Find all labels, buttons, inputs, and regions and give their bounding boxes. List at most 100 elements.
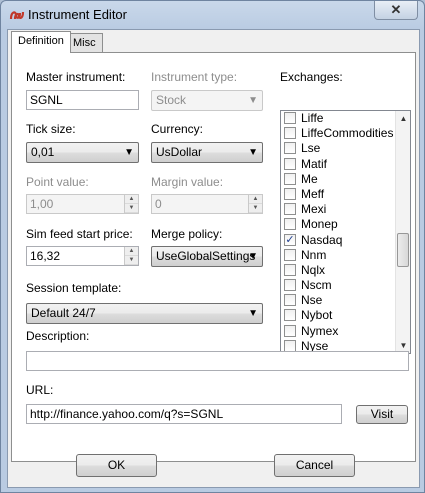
exchange-checkbox[interactable] (284, 187, 296, 200)
exchange-name: Liffe (301, 111, 324, 125)
spinner-buttons: ▲ ▼ (248, 195, 262, 213)
exchange-checkbox[interactable] (284, 294, 296, 307)
exchange-item[interactable]: Nnm (281, 248, 410, 263)
exchange-checkbox[interactable] (284, 172, 296, 185)
app-logo-icon (9, 11, 25, 20)
scroll-thumb[interactable] (397, 233, 409, 267)
margin-value-label: Margin value: (151, 175, 224, 189)
currency-value: UsDollar (156, 145, 203, 159)
instrument-type-value: Stock (156, 93, 187, 107)
exchange-name: Lse (301, 141, 321, 156)
url-input[interactable]: http://finance.yahoo.com/q?s=SGNL (26, 404, 342, 424)
spin-up-icon: ▲ (249, 195, 262, 204)
currency-label: Currency: (151, 122, 204, 136)
session-template-label: Session template: (26, 281, 122, 295)
margin-value-spinner: 0 ▲ ▼ (151, 194, 263, 214)
spin-down-icon[interactable]: ▼ (125, 256, 138, 265)
exchange-checkbox[interactable] (284, 203, 296, 216)
exchange-item[interactable]: Meff (281, 187, 410, 202)
exchange-item[interactable]: LiffeCommodities (281, 126, 410, 141)
master-instrument-input[interactable]: SGNL (26, 90, 139, 110)
exchanges-scrollbar[interactable]: ▲ ▼ (395, 111, 410, 353)
exchange-item[interactable]: Liffe (281, 111, 410, 126)
tab-definition[interactable]: Definition (11, 31, 71, 53)
chevron-down-icon: ▼ (248, 308, 258, 319)
scroll-up-icon[interactable]: ▲ (396, 111, 410, 126)
point-value-value: 1,00 (30, 197, 54, 211)
exchange-name: Nybot (301, 308, 333, 323)
sim-feed-start-price-value: 16,32 (30, 249, 61, 263)
exchange-item[interactable]: Me (281, 172, 410, 187)
exchange-name: Nnm (301, 247, 327, 262)
window-title: Instrument Editor (28, 7, 127, 22)
currency-select[interactable]: UsDollar ▼ (151, 142, 263, 163)
exchange-checkbox[interactable]: ✓ (284, 233, 296, 246)
definition-panel: Master instrument: SGNL Instrument type:… (11, 52, 416, 462)
exchange-checkbox[interactable] (284, 112, 296, 124)
exchange-item[interactable]: Nscm (281, 278, 410, 293)
ok-button[interactable]: OK (76, 454, 157, 477)
exchange-checkbox[interactable] (284, 127, 296, 140)
title-bar[interactable]: Instrument Editor ✕ (1, 1, 424, 29)
instrument-type-label: Instrument type: (151, 70, 238, 84)
chevron-down-icon: ▼ (248, 147, 258, 158)
exchange-item[interactable]: Mexi (281, 202, 410, 217)
description-label: Description: (26, 329, 90, 343)
margin-value-value: 0 (155, 197, 162, 211)
exchange-item[interactable]: Lse (281, 141, 410, 156)
chevron-down-icon: ▼ (248, 95, 258, 106)
exchange-item[interactable]: Nse (281, 293, 410, 308)
merge-policy-label: Merge policy: (151, 227, 223, 241)
sim-feed-start-price-label: Sim feed start price: (26, 227, 133, 241)
instrument-type-select: Stock ▼ (151, 90, 263, 111)
exchanges-label: Exchanges: (280, 70, 343, 84)
exchange-item[interactable]: Matif (281, 157, 410, 172)
exchange-checkbox[interactable] (284, 248, 296, 261)
description-input[interactable] (26, 351, 409, 371)
spinner-buttons[interactable]: ▲ ▼ (124, 247, 138, 265)
session-template-select[interactable]: Default 24/7 ▼ (26, 303, 263, 324)
tab-misc[interactable]: Misc (66, 33, 103, 53)
tick-size-label: Tick size: (26, 122, 76, 136)
visit-button[interactable]: Visit (356, 405, 408, 424)
exchange-name: Matif (301, 156, 328, 171)
exchange-name: Nymex (301, 323, 339, 338)
exchange-item[interactable]: Nymex (281, 324, 410, 339)
url-label: URL: (26, 383, 54, 397)
exchange-item[interactable]: Nybot (281, 308, 410, 323)
chevron-down-icon: ▼ (248, 251, 258, 262)
exchange-checkbox[interactable] (284, 339, 296, 352)
exchange-checkbox[interactable] (284, 142, 296, 155)
exchange-name: Mexi (301, 202, 327, 217)
merge-policy-value: UseGlobalSettings (156, 249, 256, 263)
exchange-item[interactable]: Nqlx (281, 263, 410, 278)
exchange-checkbox[interactable] (284, 263, 296, 276)
spinner-buttons: ▲ ▼ (124, 195, 138, 213)
sim-feed-start-price-spinner[interactable]: 16,32 ▲ ▼ (26, 246, 139, 266)
exchange-item[interactable]: Monep (281, 217, 410, 232)
point-value-spinner: 1,00 ▲ ▼ (26, 194, 139, 214)
exchange-name: Nse (301, 293, 323, 308)
exchange-checkbox[interactable] (284, 324, 296, 337)
exchange-checkbox[interactable] (284, 279, 296, 292)
exchanges-items: Liffe LiffeCommodities Lse Matif Me Meff Mexi M… (281, 111, 410, 353)
tick-size-value: 0,01 (31, 145, 55, 159)
instrument-editor-window: Instrument Editor ✕ Definition Misc Mast… (0, 0, 425, 493)
exchange-name: Me (301, 171, 318, 186)
exchange-name: Nscm (301, 278, 332, 293)
spin-down-icon: ▼ (249, 204, 262, 213)
exchange-item[interactable]: ✓ Nasdaq (281, 233, 410, 248)
spin-down-icon: ▼ (125, 204, 138, 213)
merge-policy-select[interactable]: UseGlobalSettings ▼ (151, 246, 263, 267)
exchange-checkbox[interactable] (284, 218, 296, 231)
exchanges-list[interactable]: Liffe LiffeCommodities Lse Matif Me Meff Mexi M… (280, 110, 411, 354)
tick-size-select[interactable]: 0,01 ▼ (26, 142, 139, 163)
point-value-label: Point value: (26, 175, 89, 189)
exchange-checkbox[interactable] (284, 157, 296, 170)
cancel-button[interactable]: Cancel (274, 454, 355, 477)
spin-up-icon[interactable]: ▲ (125, 247, 138, 256)
exchange-checkbox[interactable] (284, 309, 296, 322)
exchange-name: Meff (301, 186, 325, 201)
spin-up-icon: ▲ (125, 195, 138, 204)
close-button[interactable]: ✕ (374, 1, 418, 20)
